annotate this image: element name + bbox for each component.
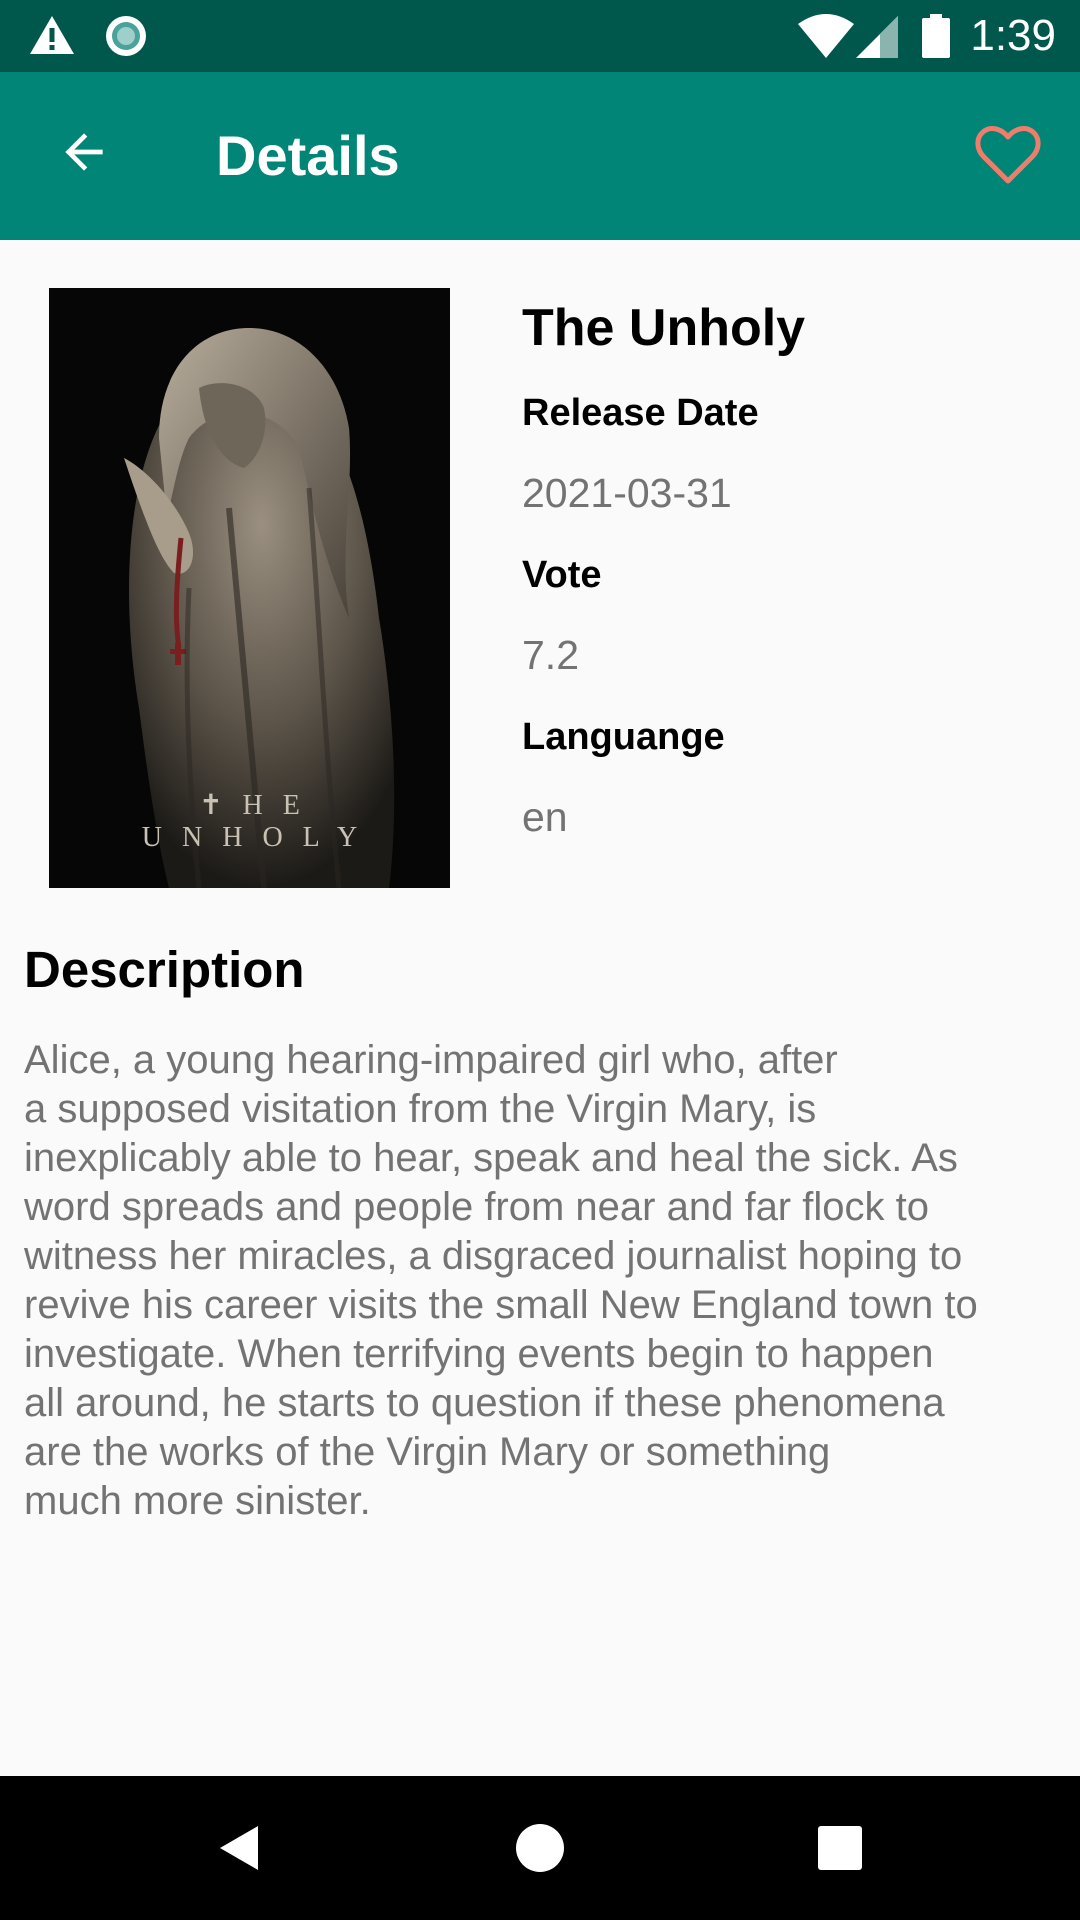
language-value: en	[522, 794, 568, 840]
release-date-label: Release Date	[522, 392, 759, 434]
favorite-button[interactable]	[964, 116, 1052, 196]
description-line: are the works of the Virgin Mary or some…	[24, 1430, 831, 1474]
description-line: investigate. When terrifying events begi…	[24, 1332, 934, 1376]
recents-square-icon	[818, 1826, 862, 1870]
back-triangle-icon	[220, 1826, 258, 1870]
vote-label: Vote	[522, 554, 602, 596]
description-line: Alice, a young hearing-impaired girl who…	[24, 1038, 838, 1082]
description-heading: Description	[24, 941, 305, 998]
status-time: 1:39	[970, 11, 1056, 60]
poster-title-text: ✝HE UNHOLY	[141, 790, 378, 853]
system-nav-bar	[0, 1776, 1080, 1920]
page-title: Details	[216, 124, 400, 187]
nav-recents-button[interactable]	[800, 1808, 880, 1888]
wifi-icon	[796, 12, 856, 60]
arrow-left-icon	[65, 133, 103, 171]
home-circle-icon	[516, 1824, 564, 1872]
warning-icon	[28, 12, 76, 60]
description-line: word spreads and people from near and fa…	[24, 1185, 929, 1229]
cell-signal-icon	[856, 12, 900, 60]
back-button[interactable]	[44, 112, 124, 192]
description-text: Alice, a young hearing-impaired girl who…	[24, 1036, 1054, 1526]
sync-icon	[102, 12, 150, 60]
nav-home-button[interactable]	[500, 1808, 580, 1888]
language-label: Languange	[522, 716, 725, 758]
description-line: a supposed visitation from the Virgin Ma…	[24, 1087, 817, 1131]
description-line: all around, he starts to question if the…	[24, 1381, 945, 1425]
release-date-value: 2021-03-31	[522, 470, 732, 516]
vote-value: 7.2	[522, 632, 579, 678]
description-line: witness her miracles, a disgraced journa…	[24, 1234, 963, 1278]
description-line: much more sinister.	[24, 1479, 371, 1523]
movie-title: The Unholy	[522, 299, 806, 357]
movie-poster: ✝HE UNHOLY	[49, 288, 450, 888]
app-bar: Details	[0, 72, 1080, 240]
description-line: inexplicably able to hear, speak and hea…	[24, 1136, 958, 1180]
battery-icon	[920, 12, 952, 60]
heart-outline-icon	[975, 126, 1041, 184]
status-bar: 1:39	[0, 0, 1080, 72]
nav-back-button[interactable]	[200, 1808, 280, 1888]
description-line: revive his career visits the small New E…	[24, 1283, 978, 1327]
